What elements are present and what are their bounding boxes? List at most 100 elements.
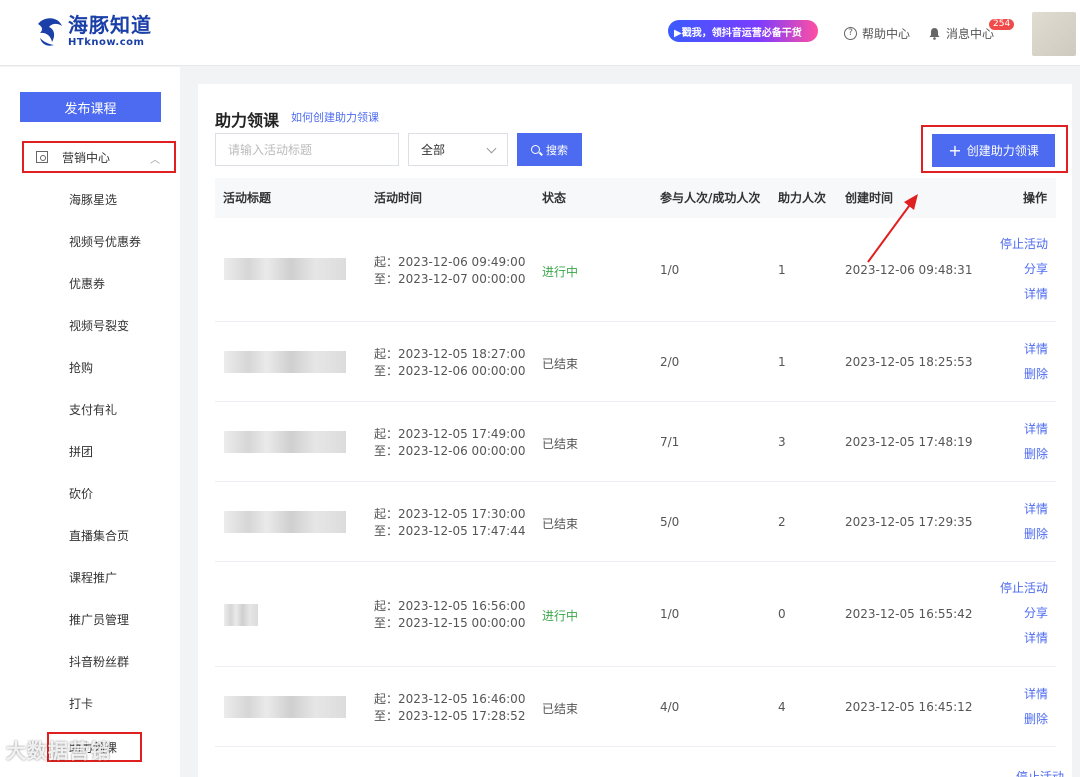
detail-link[interactable]: 详情 bbox=[1000, 626, 1048, 651]
delete-link[interactable]: 删除 bbox=[1024, 707, 1048, 732]
sidebar-item-course-promotion[interactable]: 课程推广 bbox=[69, 568, 117, 588]
activity-time: 起：2023-12-05 18:27:00 至：2023-12-06 00:00… bbox=[374, 346, 525, 380]
main-panel: 助力领课 如何创建助力领课 全部 搜索 + 创建助力领课 活动标题 活动时间 状… bbox=[198, 84, 1072, 777]
create-assist-course-button[interactable]: + 创建助力领课 bbox=[932, 134, 1055, 167]
sidebar-item-douyin-fans-group[interactable]: 抖音粉丝群 bbox=[69, 652, 129, 672]
end-time: 至：2023-12-05 17:28:52 bbox=[374, 709, 526, 723]
activity-time: 起：2023-12-05 17:30:00 至：2023-12-05 17:47… bbox=[374, 506, 525, 540]
sidebar-item-bargain[interactable]: 砍价 bbox=[69, 484, 93, 504]
search-input[interactable] bbox=[215, 133, 399, 166]
message-center-label: 消息中心 bbox=[946, 27, 995, 41]
table-row: 起：2023-12-06 09:49:00 至：2023-12-07 00:00… bbox=[215, 218, 1056, 322]
sidebar-item-promoter-management[interactable]: 推广员管理 bbox=[69, 610, 129, 630]
stop-activity-link[interactable]: 停止活动 bbox=[1016, 765, 1064, 777]
sidebar-item-coupon[interactable]: 优惠券 bbox=[69, 274, 105, 294]
detail-link[interactable]: 详情 bbox=[1024, 497, 1048, 522]
avatar[interactable] bbox=[1032, 12, 1076, 56]
delete-link[interactable]: 删除 bbox=[1024, 442, 1048, 467]
sidebar-item-haitun-xingxuan[interactable]: 海豚星选 bbox=[69, 190, 117, 210]
column-header: 参与人次/成功人次 bbox=[660, 191, 761, 205]
delete-link[interactable]: 删除 bbox=[1024, 362, 1048, 387]
sidebar-item-flash-sale[interactable]: 抢购 bbox=[69, 358, 93, 378]
watermark: 大数据营销 bbox=[6, 739, 111, 763]
bell-icon bbox=[929, 28, 940, 40]
message-center-link[interactable]: 消息中心 bbox=[928, 25, 994, 42]
sidebar: 发布课程 营销中心 ︿ 海豚星选 视频号优惠券 优惠券 视频号裂变 抢购 支付有… bbox=[0, 67, 180, 777]
helpers: 3 bbox=[778, 435, 786, 449]
blurred-title bbox=[224, 696, 346, 718]
help-center-label: 帮助中心 bbox=[862, 27, 911, 41]
start-time: 起：2023-12-05 17:49:00 bbox=[374, 427, 526, 441]
helpers: 0 bbox=[778, 607, 786, 621]
table-header: 活动标题 活动时间 状态 参与人次/成功人次 助力人次 创建时间 操作 bbox=[215, 178, 1056, 218]
helpers: 2 bbox=[778, 515, 786, 529]
promo-banner[interactable]: ▶戳我，领抖音运营必备干货 bbox=[668, 20, 818, 42]
blurred-title bbox=[224, 431, 346, 453]
participants: 1/0 bbox=[660, 607, 680, 621]
stop-activity-link[interactable]: 停止活动 bbox=[1000, 576, 1048, 601]
share-link[interactable]: 分享 bbox=[1000, 601, 1048, 626]
created-time: 2023-12-05 16:55:42 bbox=[845, 607, 973, 621]
detail-link[interactable]: 详情 bbox=[1000, 282, 1048, 307]
table-row: 起：2023-12-05 16:56:00 至：2023-12-15 00:00… bbox=[215, 562, 1056, 667]
share-link[interactable]: 分享 bbox=[1000, 257, 1048, 282]
detail-link[interactable]: 详情 bbox=[1024, 417, 1048, 442]
blurred-title bbox=[224, 351, 346, 373]
start-time: 起：2023-12-05 16:56:00 bbox=[374, 599, 526, 613]
status-select-value: 全部 bbox=[421, 143, 446, 157]
sidebar-item-video-coupon[interactable]: 视频号优惠券 bbox=[69, 232, 141, 252]
help-center-link[interactable]: ? 帮助中心 bbox=[844, 25, 910, 42]
created-time: 2023-12-05 18:25:53 bbox=[845, 355, 973, 369]
status-text: 进行中 bbox=[542, 609, 579, 623]
logo[interactable]: 海豚知道 HTknow.com bbox=[34, 14, 152, 48]
detail-link[interactable]: 详情 bbox=[1024, 682, 1048, 707]
start-time: 起：2023-12-05 16:46:00 bbox=[374, 692, 526, 706]
status-text: 进行中 bbox=[542, 265, 579, 279]
sidebar-group-marketing[interactable]: 营销中心 ︿ bbox=[22, 141, 176, 173]
search-button-label: 搜索 bbox=[546, 143, 568, 157]
row-actions: 停止活动 bbox=[1016, 765, 1064, 777]
top-header: 海豚知道 HTknow.com ▶戳我，领抖音运营必备干货 ? 帮助中心 消息中… bbox=[0, 0, 1080, 66]
dolphin-logo-icon bbox=[38, 18, 62, 46]
helpers: 4 bbox=[778, 700, 786, 714]
activity-time: 起：2023-12-05 17:49:00 至：2023-12-06 00:00… bbox=[374, 426, 525, 460]
activity-time: 起：2023-12-05 16:56:00 至：2023-12-15 00:00… bbox=[374, 598, 525, 632]
row-actions: 详情 删除 bbox=[1024, 417, 1048, 467]
logo-domain: HTknow.com bbox=[68, 36, 145, 48]
detail-link[interactable]: 详情 bbox=[1024, 337, 1048, 362]
participants: 2/0 bbox=[660, 355, 680, 369]
sidebar-item-group-buy[interactable]: 拼团 bbox=[69, 442, 93, 462]
plus-icon: + bbox=[948, 140, 962, 160]
message-count-badge: 254 bbox=[989, 19, 1015, 30]
start-time: 起：2023-12-06 09:49:00 bbox=[374, 255, 526, 269]
column-header: 助力人次 bbox=[778, 191, 827, 205]
search-button[interactable]: 搜索 bbox=[517, 133, 582, 166]
table-row: 起：2023-12-05 18:27:00 至：2023-12-06 00:00… bbox=[215, 322, 1056, 402]
created-time: 2023-12-05 17:48:19 bbox=[845, 435, 973, 449]
howto-link[interactable]: 如何创建助力领课 bbox=[291, 109, 379, 125]
search-icon bbox=[531, 145, 540, 154]
sidebar-item-pay-gift[interactable]: 支付有礼 bbox=[69, 400, 117, 420]
end-time: 至：2023-12-06 00:00:00 bbox=[374, 444, 526, 458]
sidebar-item-checkin[interactable]: 打卡 bbox=[69, 694, 93, 714]
status-select[interactable]: 全部 bbox=[408, 133, 508, 166]
sidebar-item-video-fission[interactable]: 视频号裂变 bbox=[69, 316, 129, 336]
created-time: 2023-12-05 16:45:12 bbox=[845, 700, 973, 714]
created-time: 2023-12-05 17:29:35 bbox=[845, 515, 973, 529]
page-title: 助力领课 bbox=[215, 111, 280, 130]
column-header: 活动标题 bbox=[223, 191, 272, 205]
activity-time: 起：2023-12-06 09:49:00 至：2023-12-07 00:00… bbox=[374, 254, 525, 288]
table-row: 起：2023-12-05 17:49:00 至：2023-12-06 00:00… bbox=[215, 402, 1056, 482]
status-text: 已结束 bbox=[542, 702, 579, 716]
end-time: 至：2023-12-05 17:47:44 bbox=[374, 524, 526, 538]
sidebar-item-live-collection[interactable]: 直播集合页 bbox=[69, 526, 129, 546]
publish-course-button[interactable]: 发布课程 bbox=[20, 92, 161, 122]
create-button-label: 创建助力领课 bbox=[966, 144, 1039, 158]
stop-activity-link[interactable]: 停止活动 bbox=[1000, 232, 1048, 257]
column-header: 状态 bbox=[542, 191, 567, 205]
status-text: 已结束 bbox=[542, 517, 579, 531]
end-time: 至：2023-12-15 00:00:00 bbox=[374, 616, 526, 630]
column-header: 创建时间 bbox=[845, 191, 894, 205]
row-actions: 详情 删除 bbox=[1024, 337, 1048, 387]
delete-link[interactable]: 删除 bbox=[1024, 522, 1048, 547]
